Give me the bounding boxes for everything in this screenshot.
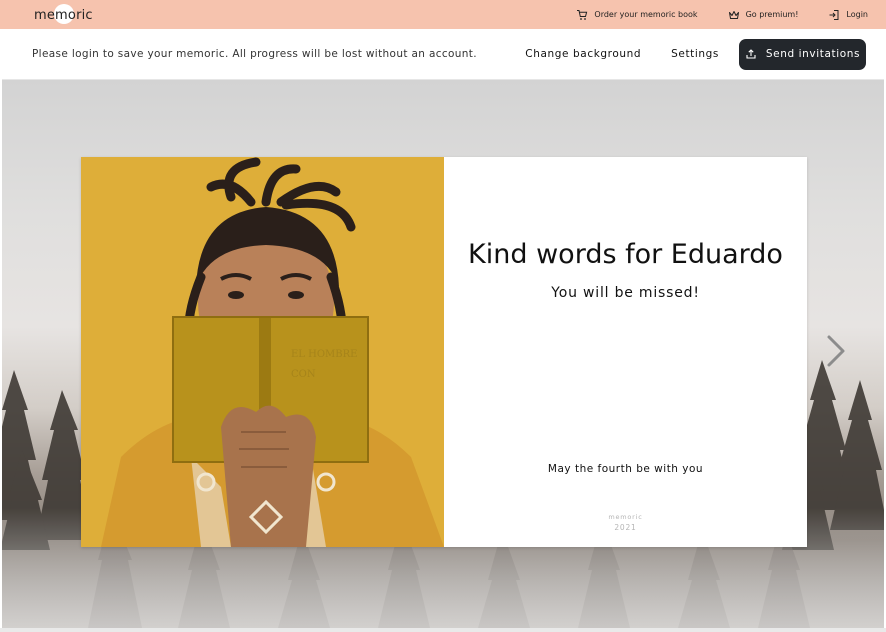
login-icon: [829, 9, 839, 20]
portrait-illustration: EL HOMBRE CON: [81, 157, 444, 547]
change-background-button[interactable]: Change background: [525, 48, 641, 60]
card-text-panel: Kind words for Eduardo You will be misse…: [444, 157, 807, 547]
chevron-right-icon[interactable]: [823, 334, 849, 368]
order-book-label: Order your memoric book: [594, 10, 698, 19]
logo-text: memoric: [34, 7, 93, 23]
order-book-link[interactable]: Order your memoric book: [576, 9, 698, 21]
top-navigation: Order your memoric book Go premium! Logi…: [576, 0, 868, 29]
cart-icon: [577, 9, 588, 20]
crown-icon: [728, 10, 739, 19]
send-invitations-button[interactable]: Send invitations: [739, 38, 866, 70]
card-brand: memoric: [608, 513, 643, 521]
card-title[interactable]: Kind words for Eduardo: [444, 239, 807, 270]
upload-icon: [746, 49, 756, 59]
login-label: Login: [846, 10, 868, 19]
top-bar: memoric Order your memoric book Go premi…: [0, 0, 886, 29]
card-subtitle[interactable]: You will be missed!: [444, 285, 807, 301]
memoric-logo[interactable]: memoric: [34, 4, 93, 24]
action-bar-buttons: Change background Settings Send invitati…: [525, 38, 866, 70]
card-closing-message[interactable]: May the fourth be with you: [444, 463, 807, 475]
send-invitations-label: Send invitations: [765, 48, 861, 60]
svg-text:CON: CON: [291, 369, 316, 380]
card-year: 2021: [614, 523, 637, 532]
memorial-card: EL HOMBRE CON Kind words for Eduardo You…: [81, 157, 807, 547]
bottom-strip: [0, 628, 886, 632]
login-notice: Please login to save your memoric. All p…: [32, 48, 477, 60]
svg-text:EL HOMBRE: EL HOMBRE: [291, 349, 357, 360]
go-premium-link[interactable]: Go premium!: [728, 9, 799, 21]
portrait-photo: EL HOMBRE CON: [81, 157, 444, 547]
go-premium-label: Go premium!: [745, 10, 799, 19]
login-link[interactable]: Login: [828, 9, 868, 21]
background-canvas: EL HOMBRE CON Kind words for Eduardo You…: [2, 80, 884, 628]
action-bar: Please login to save your memoric. All p…: [2, 29, 884, 80]
settings-button[interactable]: Settings: [671, 48, 719, 60]
